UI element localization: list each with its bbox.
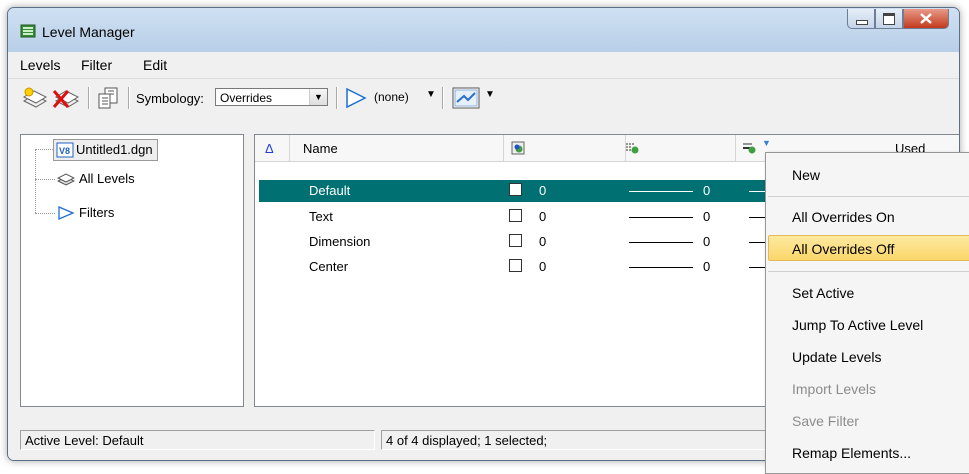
menu-levels-label: Levels (20, 57, 61, 73)
toolbar-separator (88, 87, 90, 109)
menu-separator (768, 271, 969, 272)
caption-buttons (847, 9, 949, 29)
menu-item-all-overrides-on[interactable]: All Overrides On (792, 209, 895, 225)
tree-item-dgn-file[interactable]: V8 Untitled1.dgn (53, 139, 158, 161)
minimize-button[interactable] (847, 9, 875, 29)
display-mode-dropdown-arrow[interactable]: ▼ (485, 89, 495, 100)
menu-edit-label: Edit (143, 57, 168, 73)
level-weight-value: 0 (703, 259, 711, 274)
title-bar[interactable]: Level Manager (8, 8, 959, 52)
menu-separator (768, 196, 969, 197)
color-swatch[interactable] (509, 183, 522, 196)
table-row[interactable]: Text 0 0 (259, 206, 779, 228)
level-weight-value: 0 (703, 234, 711, 249)
menu-item-save-filter: Save Filter (792, 413, 859, 429)
svg-text:V8: V8 (59, 146, 70, 156)
filter-icon (58, 206, 75, 220)
line-style-sample (629, 191, 693, 192)
menu-levels[interactable]: Levels (20, 57, 60, 73)
toolbar-separator (336, 87, 338, 109)
table-row[interactable]: Center 0 0 (259, 256, 779, 278)
menu-edit[interactable]: Edit (143, 57, 167, 73)
color-swatch[interactable] (509, 259, 522, 272)
tree-connector (35, 149, 55, 150)
line-style-sample (629, 267, 693, 268)
tree-item-filters[interactable]: Filters (55, 203, 114, 223)
menu-filter[interactable]: Filter (81, 57, 112, 73)
level-name: Center (309, 259, 349, 274)
levels-stack-icon (57, 173, 75, 186)
table-row[interactable]: Dimension 0 0 (259, 231, 779, 253)
level-name: Default (309, 183, 351, 198)
chevron-down-icon[interactable]: ▼ (762, 138, 771, 148)
filter-dropdown-arrow[interactable]: ▼ (426, 89, 436, 100)
window-title: Level Manager (42, 24, 135, 40)
menu-bar: Levels Filter Edit (8, 52, 959, 79)
color-override-icon[interactable] (511, 141, 525, 155)
close-icon (920, 13, 932, 24)
table-row[interactable]: Default 0 0 (259, 180, 779, 202)
display-count-status: 4 of 4 displayed; 1 selected; (381, 430, 771, 450)
close-button[interactable] (903, 9, 949, 29)
toolbar-separator (128, 87, 130, 109)
active-level-status: Active Level: Default (20, 430, 375, 450)
level-color-value: 0 (539, 234, 547, 249)
delete-level-icon[interactable] (52, 87, 80, 111)
menu-filter-label: Filter (81, 57, 113, 73)
menu-item-new[interactable]: New (792, 167, 820, 183)
style-override-icon[interactable] (625, 141, 639, 155)
level-weight-value: 0 (703, 209, 711, 224)
color-swatch[interactable] (509, 234, 522, 247)
toolbar: Symbology: Overrides ▼ (none) ▼ ▼ (8, 79, 959, 117)
weight-override-icon[interactable] (742, 141, 756, 155)
menu-item-all-overrides-off[interactable]: All Overrides Off (792, 241, 894, 257)
tree-connector (35, 213, 55, 214)
color-swatch[interactable] (509, 209, 522, 222)
tree-item-label: Untitled1.dgn (76, 142, 153, 157)
level-color-value: 0 (539, 259, 547, 274)
symbology-value: Overrides (220, 91, 273, 105)
line-style-sample (629, 242, 693, 243)
level-name: Text (309, 209, 333, 224)
filter-icon[interactable] (344, 86, 368, 110)
maximize-icon (883, 13, 895, 25)
menu-item-remap-elements[interactable]: Remap Elements... (792, 445, 911, 461)
menu-item-import-levels: Import Levels (792, 381, 877, 397)
chevron-down-icon: ▼ (309, 89, 327, 105)
column-separator[interactable] (503, 135, 504, 161)
menu-item-update-levels[interactable]: Update Levels (792, 349, 882, 365)
tree-item-all-levels[interactable]: All Levels (55, 169, 135, 189)
display-mode-icon[interactable] (452, 87, 480, 109)
tree-connector (35, 149, 36, 213)
maximize-button[interactable] (875, 9, 903, 29)
context-menu: New All Overrides On All Overrides Off S… (765, 152, 969, 474)
tree-item-label: All Levels (79, 171, 135, 186)
level-name: Dimension (309, 234, 371, 249)
properties-icon[interactable] (96, 86, 120, 110)
filter-combo-value[interactable]: (none) (374, 90, 409, 104)
tree-item-label: Filters (79, 205, 115, 220)
level-tree: V8 Untitled1.dgn All Levels Filters (20, 134, 244, 407)
level-color-value: 0 (539, 209, 547, 224)
level-color-value: 0 (539, 183, 547, 198)
menu-item-set-active[interactable]: Set Active (792, 285, 854, 301)
symbology-label: Symbology: (136, 91, 204, 106)
minimize-icon (856, 20, 868, 25)
toolbar-separator (442, 87, 444, 109)
dgn-file-icon: V8 (56, 142, 74, 158)
column-header-name[interactable]: Name (303, 141, 338, 156)
tree-connector (35, 179, 55, 180)
menu-item-jump-to-active-level[interactable]: Jump To Active Level (792, 317, 923, 333)
column-separator[interactable] (735, 135, 736, 161)
sort-ascending-icon[interactable]: Δ (265, 141, 274, 156)
level-weight-value: 0 (703, 183, 711, 198)
symbology-combo[interactable]: Overrides ▼ (215, 88, 328, 106)
new-level-icon[interactable] (22, 87, 48, 111)
line-style-sample (629, 217, 693, 218)
level-manager-icon (20, 24, 36, 38)
column-separator[interactable] (289, 135, 290, 161)
